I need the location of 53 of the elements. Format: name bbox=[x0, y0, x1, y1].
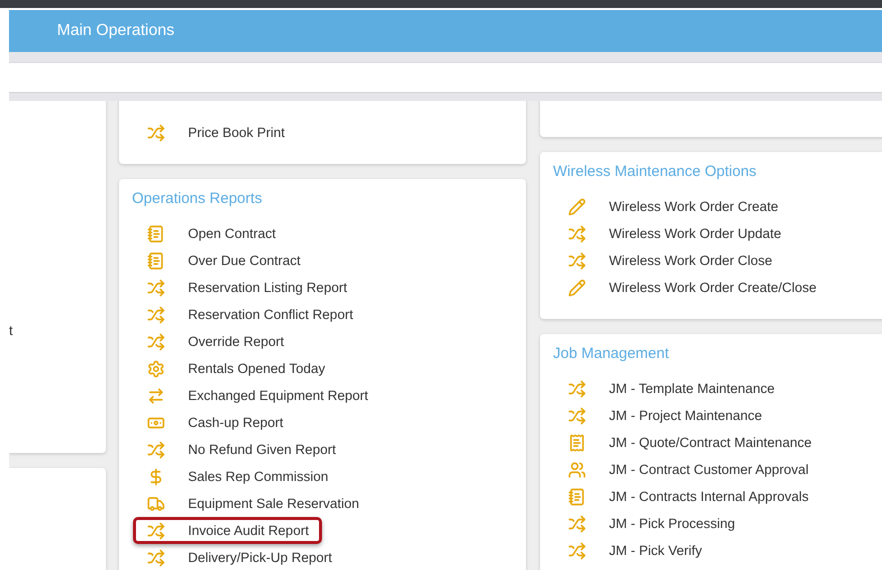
card-title: Operations Reports bbox=[131, 189, 264, 209]
shuffle-icon bbox=[147, 306, 165, 324]
menu-item[interactable]: Wireless Work Order Close bbox=[554, 247, 786, 274]
people-icon bbox=[568, 460, 586, 478]
shuffle-icon bbox=[147, 522, 165, 540]
header-title: Main Operations bbox=[57, 22, 174, 40]
menu-item[interactable]: Reservation Conflict Report bbox=[133, 301, 366, 328]
menu-item[interactable]: JM - Quote/Contract Maintenance bbox=[554, 429, 825, 456]
pencil-icon bbox=[568, 198, 586, 216]
notebook-icon bbox=[147, 252, 165, 270]
shuffle-icon bbox=[568, 406, 586, 424]
card-title: Wireless Maintenance Options bbox=[552, 162, 758, 182]
menu-item[interactable]: Override Report bbox=[133, 328, 298, 355]
menu-item[interactable]: JM - Template Maintenance bbox=[554, 375, 788, 402]
menu-item[interactable]: t bbox=[9, 323, 106, 339]
menu-item[interactable]: Wireless Work Order Create/Close bbox=[554, 274, 830, 301]
shuffle-icon bbox=[568, 514, 586, 532]
menu-item[interactable]: Open Contract bbox=[133, 220, 289, 247]
notebook-icon bbox=[568, 488, 586, 506]
menu-item[interactable]: Reservation Listing Report bbox=[133, 274, 360, 301]
menu-item[interactable]: Cash-up Report bbox=[133, 409, 296, 436]
shuffle-icon bbox=[147, 332, 165, 350]
shuffle-icon bbox=[147, 124, 165, 142]
menu-item[interactable]: Over Due Contract bbox=[133, 247, 314, 274]
menu-item[interactable]: No Refund Given Report bbox=[133, 436, 349, 463]
receipt-icon bbox=[568, 434, 586, 452]
shuffle-icon bbox=[568, 252, 586, 270]
truck-icon bbox=[147, 494, 165, 512]
menu-item[interactable]: Sales Rep Commission bbox=[133, 463, 342, 490]
menu-item[interactable]: JM - Pick Verify bbox=[554, 537, 716, 564]
menu-item[interactable]: Wireless Work Order Update bbox=[554, 220, 794, 247]
menu-item[interactable]: JM - Pick Processing bbox=[554, 510, 748, 537]
menu-item[interactable]: JM - Contract Customer Approval bbox=[554, 456, 822, 483]
menu-item[interactable]: Exchanged Equipment Report bbox=[133, 382, 382, 409]
menu-item[interactable]: JM - Contracts Internal Approvals bbox=[554, 483, 822, 510]
menu-item[interactable]: Rentals Opened Today bbox=[133, 355, 338, 382]
shuffle-icon bbox=[568, 542, 586, 560]
shuffle-icon bbox=[147, 440, 165, 458]
shuffle-icon bbox=[147, 548, 165, 566]
shuffle-icon bbox=[568, 380, 586, 398]
menu-item[interactable]: Wireless Work Order Create bbox=[554, 193, 792, 220]
card-title: Job Management bbox=[552, 344, 670, 364]
arrows-icon bbox=[147, 386, 165, 404]
shuffle-icon bbox=[147, 278, 165, 296]
menu-item[interactable]: Price Book Print bbox=[133, 119, 298, 146]
shuffle-icon bbox=[568, 224, 586, 242]
pencil-icon bbox=[568, 278, 586, 296]
notebook-icon bbox=[147, 224, 165, 242]
menu-item[interactable]: Invoice Audit Report bbox=[133, 517, 322, 544]
menu-item[interactable]: Equipment Sale Reservation bbox=[133, 490, 372, 517]
menu-item[interactable]: JM - Project Maintenance bbox=[554, 402, 776, 429]
settings-icon bbox=[147, 360, 165, 378]
menu-item[interactable]: Delivery/Pick-Up Report bbox=[133, 544, 346, 570]
